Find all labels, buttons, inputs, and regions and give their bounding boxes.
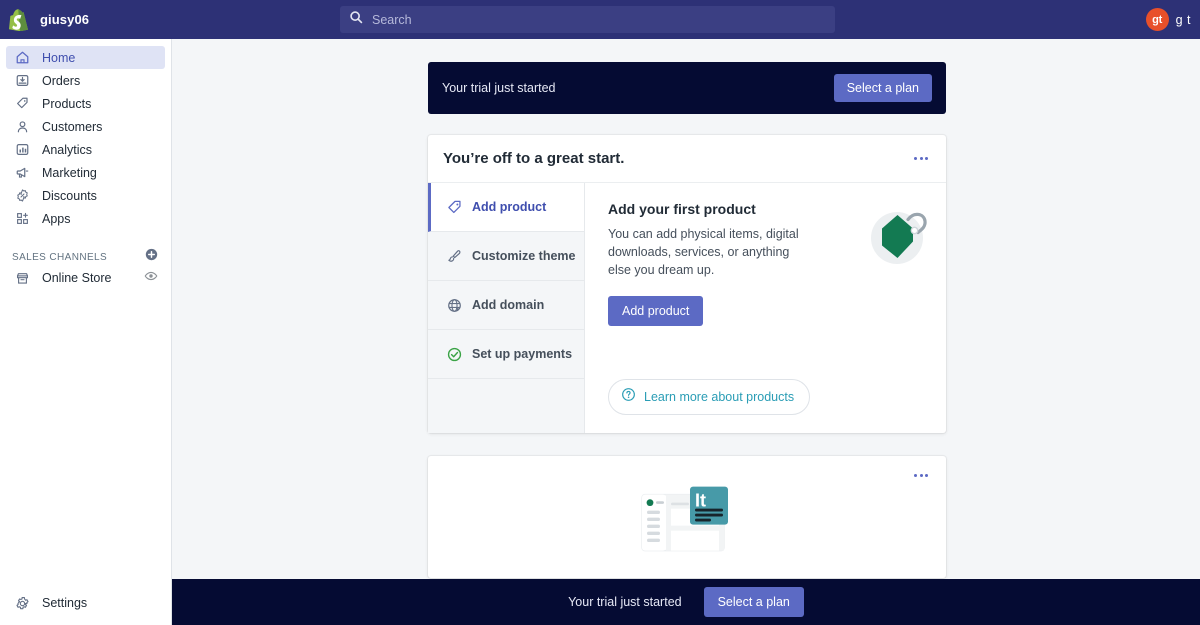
store-logo-area[interactable]: giusy06 bbox=[0, 8, 172, 31]
task-label: Set up payments bbox=[472, 347, 573, 361]
select-a-plan-button[interactable]: Select a plan bbox=[833, 74, 932, 102]
onboarding-card-body: Add product Customize theme Add domain S… bbox=[428, 183, 946, 433]
task-add-domain[interactable]: Add domain bbox=[428, 281, 584, 330]
discounts-percent-icon bbox=[13, 187, 31, 205]
paintbrush-icon bbox=[446, 248, 463, 265]
user-name: g t bbox=[1175, 12, 1191, 27]
top-bar: giusy06 Search gt g t bbox=[0, 0, 1200, 39]
illustration-badge-text: It bbox=[695, 491, 706, 511]
orders-inbox-icon bbox=[13, 72, 31, 90]
home-icon bbox=[13, 49, 31, 67]
task-label: Add product bbox=[472, 200, 547, 214]
plus-circle-icon[interactable] bbox=[145, 248, 158, 266]
sidebar-item-products[interactable]: Products bbox=[6, 92, 165, 115]
sidebar-item-label: Marketing bbox=[42, 165, 97, 180]
kebab-menu-icon[interactable] bbox=[912, 151, 930, 166]
sidebar-item-label: Customers bbox=[42, 119, 103, 134]
sidebar-item-home[interactable]: Home bbox=[6, 46, 165, 69]
eye-icon[interactable] bbox=[144, 269, 158, 288]
task-add-product[interactable]: Add product bbox=[428, 183, 584, 232]
sticky-trial-footer: Your trial just started Select a plan bbox=[172, 579, 1200, 625]
user-menu[interactable]: gt g t bbox=[1145, 0, 1191, 39]
sidebar-item-label: Online Store bbox=[42, 271, 112, 285]
shopify-bag-icon bbox=[9, 8, 29, 31]
task-list-filler bbox=[428, 379, 584, 432]
sales-channels-title: SALES CHANNELS bbox=[12, 251, 108, 263]
sidebar-item-orders[interactable]: Orders bbox=[6, 69, 165, 92]
store-name: giusy06 bbox=[40, 12, 90, 27]
settings-label: Settings bbox=[42, 596, 88, 610]
task-detail-description: You can add physical items, digital down… bbox=[608, 227, 799, 277]
task-detail-panel: Add your first product You can add physi… bbox=[585, 183, 946, 433]
task-label: Add domain bbox=[472, 298, 545, 312]
analytics-bar-chart-icon bbox=[13, 141, 31, 159]
question-circle-icon bbox=[621, 387, 636, 407]
sidebar-item-apps[interactable]: Apps bbox=[6, 207, 165, 230]
search-input[interactable]: Search bbox=[340, 6, 835, 33]
onboarding-card-header: You’re off to a great start. bbox=[428, 135, 946, 183]
sidebar-item-online-store[interactable]: Online Store bbox=[0, 266, 171, 290]
sticky-select-a-plan-button[interactable]: Select a plan bbox=[703, 587, 804, 617]
sidebar-item-settings[interactable]: Settings bbox=[0, 591, 172, 615]
onboarding-card: You’re off to a great start. Add product bbox=[428, 135, 946, 433]
sidebar-nav: Home Orders Products Customers Analytics bbox=[0, 39, 171, 230]
trial-banner-message: Your trial just started bbox=[442, 81, 556, 95]
main-content: Your trial just started Select a plan Yo… bbox=[172, 39, 1200, 625]
gear-icon bbox=[13, 594, 31, 612]
learn-more-label: Learn more about products bbox=[644, 390, 795, 404]
sidebar-item-customers[interactable]: Customers bbox=[6, 115, 165, 138]
kebab-menu-icon[interactable] bbox=[912, 468, 930, 483]
check-circle-icon bbox=[446, 346, 463, 363]
task-set-up-payments[interactable]: Set up payments bbox=[428, 330, 584, 379]
green-product-tag-illustration bbox=[864, 195, 930, 272]
sidebar-item-label: Discounts bbox=[42, 188, 97, 203]
products-tag-icon bbox=[13, 95, 31, 113]
sidebar-item-label: Home bbox=[42, 50, 76, 65]
translate-dashboard-illustration: It bbox=[638, 481, 736, 560]
marketing-megaphone-icon bbox=[13, 164, 31, 182]
sidebar-item-label: Analytics bbox=[42, 142, 93, 157]
sales-channels-header: SALES CHANNELS bbox=[0, 248, 171, 266]
tag-icon bbox=[446, 199, 463, 216]
globe-icon bbox=[446, 297, 463, 314]
sidebar: Home Orders Products Customers Analytics bbox=[0, 39, 172, 625]
storefront-icon bbox=[13, 269, 31, 287]
sidebar-item-discounts[interactable]: Discounts bbox=[6, 184, 165, 207]
customers-person-icon bbox=[13, 118, 31, 136]
sidebar-item-label: Products bbox=[42, 96, 92, 111]
search-icon bbox=[349, 10, 363, 29]
trial-banner: Your trial just started Select a plan bbox=[428, 62, 946, 114]
sidebar-item-label: Apps bbox=[42, 211, 71, 226]
secondary-card: It bbox=[428, 456, 946, 578]
add-product-button[interactable]: Add product bbox=[608, 296, 704, 326]
task-label: Customize theme bbox=[472, 249, 576, 263]
sidebar-item-label: Orders bbox=[42, 73, 81, 88]
page-title: You’re off to a great start. bbox=[443, 150, 625, 167]
task-customize-theme[interactable]: Customize theme bbox=[428, 232, 584, 281]
onboarding-task-list: Add product Customize theme Add domain S… bbox=[428, 183, 585, 433]
apps-grid-plus-icon bbox=[13, 210, 31, 228]
content-column: Your trial just started Select a plan Yo… bbox=[428, 39, 946, 578]
sticky-footer-message: Your trial just started bbox=[568, 595, 682, 609]
sidebar-item-analytics[interactable]: Analytics bbox=[6, 138, 165, 161]
avatar: gt bbox=[1145, 8, 1169, 31]
sidebar-item-marketing[interactable]: Marketing bbox=[6, 161, 165, 184]
search-placeholder: Search bbox=[372, 12, 412, 27]
learn-more-button[interactable]: Learn more about products bbox=[608, 379, 811, 415]
